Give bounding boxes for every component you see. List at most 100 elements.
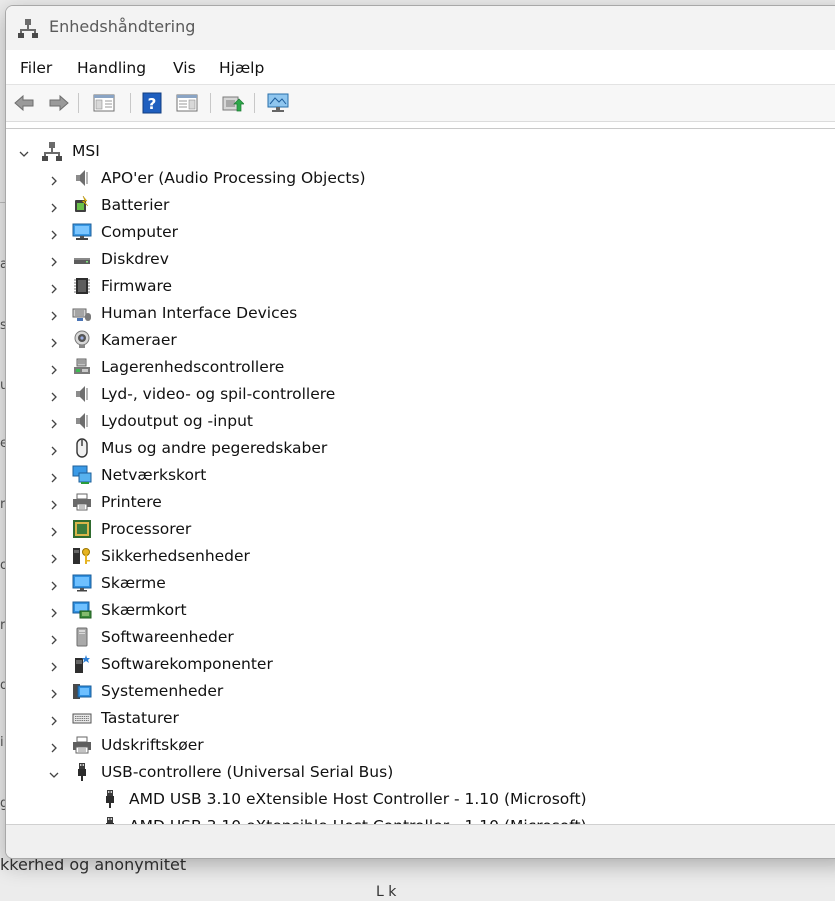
chevron-right-icon[interactable] [48,550,60,564]
tree-category[interactable]: Softwarekomponenter [6,651,835,678]
usb-icon [72,762,92,782]
tree-category[interactable]: Systemenheder [6,678,835,705]
keyboard-icon [72,708,92,728]
chevron-right-icon[interactable] [48,226,60,240]
device-manager-window: Enhedshåndtering Filer Handling Vis Hjæl… [5,5,835,859]
tree-device-item[interactable]: AMD USB 3.10 eXtensible Host Controller … [6,786,835,813]
chevron-right-icon[interactable] [48,496,60,510]
tree-item-label: Systemenheder [101,682,224,700]
print-queue-icon [72,735,92,755]
chevron-right-icon[interactable] [48,577,60,591]
tree-category[interactable]: Softwareenheder [6,624,835,651]
chevron-right-icon[interactable] [48,388,60,402]
usb-icon [100,789,120,809]
chevron-right-icon[interactable] [48,334,60,348]
tree-category[interactable]: Batterier [6,192,835,219]
toolbar-separator [130,93,131,113]
tree-category[interactable]: Skærme [6,570,835,597]
update-driver-icon[interactable] [220,91,244,115]
properties-icon[interactable] [175,91,199,115]
disk-drive-icon [72,249,92,269]
chevron-right-icon[interactable] [48,442,60,456]
tree-item-label: USB-controllere (Universal Serial Bus) [101,763,394,781]
chevron-right-icon[interactable] [48,604,60,618]
menu-action[interactable]: Handling [77,59,146,77]
processor-icon [72,519,92,539]
chevron-right-icon[interactable] [48,739,60,753]
tree-category[interactable]: Firmware [6,273,835,300]
tree-category[interactable]: Processorer [6,516,835,543]
tree-category[interactable]: Computer [6,219,835,246]
chevron-right-icon[interactable] [48,172,60,186]
chevron-right-icon[interactable] [48,415,60,429]
device-manager-app-icon [18,19,38,38]
chevron-right-icon[interactable] [48,469,60,483]
chevron-right-icon[interactable] [48,712,60,726]
chevron-right-icon[interactable] [48,199,60,213]
tree-category[interactable]: Mus og andre pegeredskaber [6,435,835,462]
network-adapter-icon [72,465,92,485]
tree-category[interactable]: USB-controllere (Universal Serial Bus) [6,759,835,786]
software-device-icon [72,627,92,647]
tree-item-label: Processorer [101,520,192,538]
tree-category[interactable]: Lydoutput og -input [6,408,835,435]
monitor-icon [72,573,92,593]
chevron-down-icon[interactable] [18,145,30,157]
hid-icon [72,303,92,323]
mouse-icon [72,438,92,458]
tree-item-label: Firmware [101,277,173,295]
computer-icon [72,222,92,242]
tree-item-label: Lyd-, video- og spil-controllere [101,385,336,403]
back-arrow-icon[interactable] [12,91,36,115]
tree-item-label: Computer [101,223,179,241]
chevron-right-icon[interactable] [48,253,60,267]
toolbar-separator [254,93,255,113]
menu-bar: Filer Handling Vis Hjælp [6,50,835,85]
title-bar[interactable]: Enhedshåndtering [6,6,835,50]
tree-category[interactable]: Lyd-, video- og spil-controllere [6,381,835,408]
menu-file[interactable]: Filer [20,59,52,77]
tree-category[interactable]: Printere [6,489,835,516]
chevron-right-icon[interactable] [48,631,60,645]
tree-item-label: AMD USB 3.10 eXtensible Host Controller … [129,790,587,808]
chevron-right-icon[interactable] [48,280,60,294]
tree-category[interactable]: APO'er (Audio Processing Objects) [6,165,835,192]
chevron-right-icon[interactable] [48,685,60,699]
tree-category[interactable]: Diskdrev [6,246,835,273]
tree-category[interactable]: Sikkerhedsenheder [6,543,835,570]
firmware-chip-icon [72,276,92,296]
chevron-right-icon[interactable] [48,523,60,537]
tree-category[interactable]: Tastaturer [6,705,835,732]
tree-item-label: Udskriftskøer [101,736,204,754]
chevron-right-icon[interactable] [48,658,60,672]
toolbar-separator [210,93,211,113]
menu-help[interactable]: Hjælp [219,59,264,77]
tree-item-label: MSI [72,142,100,160]
tree-category[interactable]: Netværkskort [6,462,835,489]
tree-category[interactable]: Skærmkort [6,597,835,624]
speaker-icon [72,411,92,431]
system-device-icon [72,681,92,701]
forward-arrow-icon[interactable] [47,91,71,115]
chevron-right-icon[interactable] [48,361,60,375]
window-title: Enhedshåndtering [49,17,196,36]
help-icon[interactable]: ? [140,91,164,115]
tree-category[interactable]: Kameraer [6,327,835,354]
menu-view[interactable]: Vis [173,59,196,77]
toolbar: ? [6,85,835,122]
tree-root-msi[interactable]: MSI [6,138,835,165]
show-hide-console-tree-icon[interactable] [92,91,116,115]
tree-item-label: Softwareenheder [101,628,234,646]
chevron-down-icon[interactable] [48,766,60,778]
chevron-right-icon[interactable] [48,307,60,321]
tree-item-label: Batterier [101,196,170,214]
tree-category[interactable]: Lagerenhedscontrollere [6,354,835,381]
battery-icon [72,195,92,215]
background-edge-letter: i [0,735,4,750]
tree-category[interactable]: Human Interface Devices [6,300,835,327]
tree-category[interactable]: Udskriftskøer [6,732,835,759]
device-tree[interactable]: MSI APO'er (Audio Processing Objects) Batt… [6,128,835,825]
scan-hardware-icon[interactable] [266,91,290,115]
background-partial-text: L k [376,884,397,900]
printer-icon [72,492,92,512]
